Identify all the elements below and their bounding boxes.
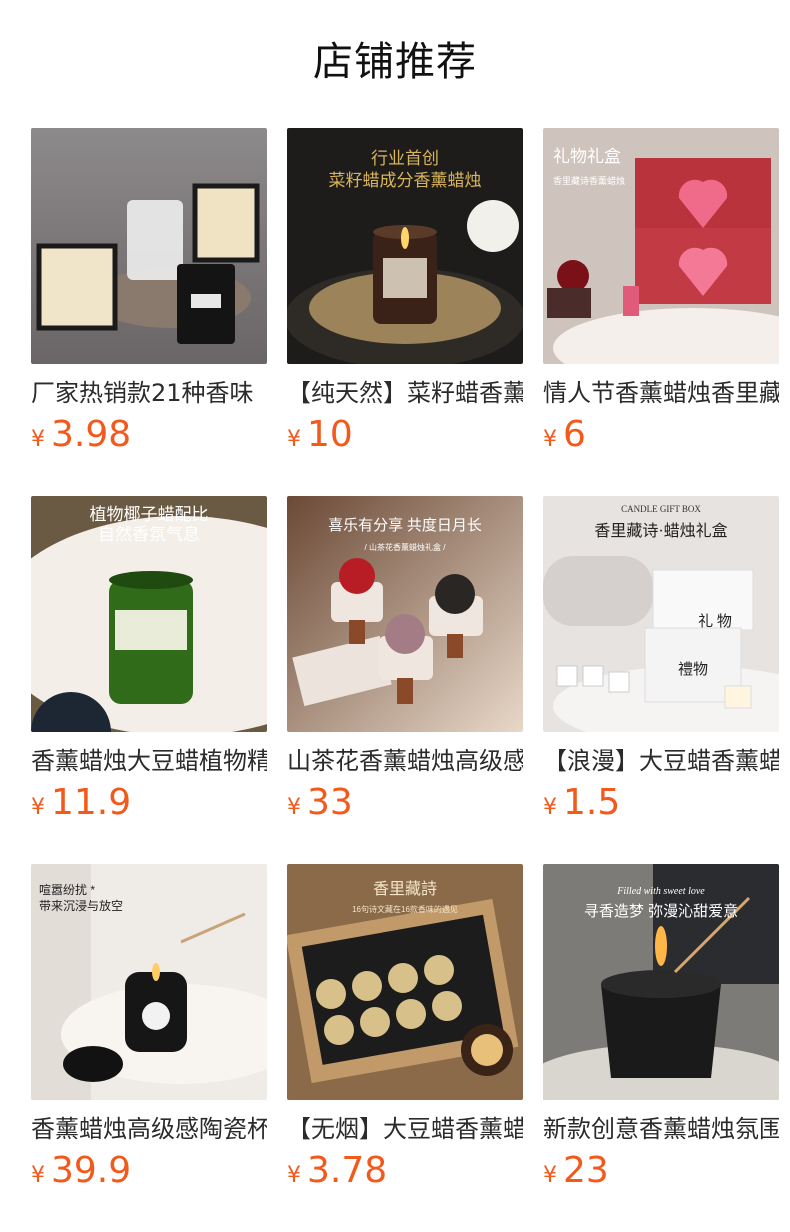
product-card[interactable]: 礼物礼盒 香里藏诗香薰蜡烛 情人节香薰蜡烛香里藏 ¥6	[543, 128, 779, 455]
product-image[interactable]: 礼物礼盒 香里藏诗香薰蜡烛	[543, 128, 779, 364]
image-text: 菜籽蜡成分香薰蜡烛	[329, 171, 482, 190]
image-text: 禮物	[678, 661, 708, 678]
image-text: 植物椰子蜡配比	[90, 505, 209, 524]
currency-symbol: ¥	[287, 427, 301, 452]
product-image[interactable]: 喜乐有分享 共度日月长 / 山茶花香薰蜡烛礼盒 /	[287, 496, 523, 732]
product-price: ¥6	[543, 413, 586, 457]
price-value: 6	[563, 414, 586, 455]
price-value: 3.78	[307, 1150, 388, 1191]
price-value: 33	[307, 782, 353, 823]
currency-symbol: ¥	[287, 795, 301, 820]
section-title: 店铺推荐	[313, 39, 477, 85]
product-card[interactable]: 厂家热销款21种香味 ¥3.98	[31, 128, 267, 455]
product-name[interactable]: 新款创意香薰蜡烛氛围	[543, 1112, 779, 1146]
currency-symbol: ¥	[31, 795, 45, 820]
image-text: / 山茶花香薰蜡烛礼盒 /	[365, 542, 447, 552]
image-text: 喧嚣纷扰 *	[39, 882, 95, 897]
currency-symbol: ¥	[31, 1163, 45, 1188]
image-text: 香里藏诗·蜡烛礼盒	[594, 522, 727, 540]
product-price: ¥23	[543, 1149, 609, 1193]
product-card[interactable]: 行业首创 菜籽蜡成分香薰蜡烛 【纯天然】菜籽蜡香薰 ¥10	[287, 128, 523, 455]
image-text: 自然香氛气息	[98, 525, 200, 544]
image-text: 带来沉浸与放空	[39, 898, 123, 913]
currency-symbol: ¥	[31, 427, 45, 452]
image-text: 行业首创	[371, 149, 439, 168]
image-text: 礼物礼盒	[553, 147, 621, 166]
product-price: ¥11.9	[31, 781, 131, 825]
product-image[interactable]: Filled with sweet love 寻香造梦 弥漫沁甜爱意	[543, 864, 779, 1100]
image-text: 寻香造梦 弥漫沁甜爱意	[584, 902, 738, 920]
image-text: Filled with sweet love	[616, 886, 705, 897]
price-value: 23	[563, 1150, 609, 1191]
product-price: ¥3.78	[287, 1149, 387, 1193]
product-price: ¥33	[287, 781, 353, 825]
image-text: 香里藏詩	[373, 880, 437, 898]
product-card[interactable]: 喜乐有分享 共度日月长 / 山茶花香薰蜡烛礼盒 / 山茶花香薰蜡烛高级感 ¥33	[287, 496, 523, 823]
product-name[interactable]: 厂家热销款21种香味	[31, 376, 267, 410]
product-card[interactable]: CANDLE GIFT BOX 香里藏诗·蜡烛礼盒 礼 物 禮物 【浪漫】大豆蜡…	[543, 496, 779, 823]
currency-symbol: ¥	[543, 1163, 557, 1188]
image-text: CANDLE GIFT BOX	[621, 504, 701, 514]
product-name[interactable]: 【无烟】大豆蜡香薰蜡	[287, 1112, 523, 1146]
currency-symbol: ¥	[543, 795, 557, 820]
product-image[interactable]: 植物椰子蜡配比 自然香氛气息	[31, 496, 267, 732]
price-value: 3.98	[51, 414, 132, 455]
price-value: 11.9	[51, 782, 132, 823]
product-name[interactable]: 香薰蜡烛高级感陶瓷杯	[31, 1112, 267, 1146]
product-image[interactable]: 香里藏詩 16句诗文藏在16款香味的遇见	[287, 864, 523, 1100]
product-card[interactable]: 喧嚣纷扰 * 带来沉浸与放空 香薰蜡烛高级感陶瓷杯 ¥39.9	[31, 864, 267, 1191]
product-image[interactable]: CANDLE GIFT BOX 香里藏诗·蜡烛礼盒 礼 物 禮物	[543, 496, 779, 732]
image-text: 16句诗文藏在16款香味的遇见	[352, 904, 458, 914]
image-text: 礼 物	[698, 613, 732, 630]
price-value: 10	[307, 414, 353, 455]
product-image[interactable]	[31, 128, 267, 364]
product-card[interactable]: Filled with sweet love 寻香造梦 弥漫沁甜爱意 新款创意香…	[543, 864, 779, 1191]
product-price: ¥3.98	[31, 413, 131, 457]
product-card[interactable]: 香里藏詩 16句诗文藏在16款香味的遇见 【无烟】大豆蜡香薰蜡 ¥3.78	[287, 864, 523, 1191]
product-name[interactable]: 香薰蜡烛大豆蜡植物精	[31, 744, 267, 778]
image-text: 喜乐有分享 共度日月长	[328, 517, 482, 534]
currency-symbol: ¥	[543, 427, 557, 452]
price-value: 39.9	[51, 1150, 132, 1191]
product-name[interactable]: 山茶花香薰蜡烛高级感	[287, 744, 523, 778]
product-price: ¥10	[287, 413, 353, 457]
product-name[interactable]: 【纯天然】菜籽蜡香薰	[287, 376, 523, 410]
image-text: 香里藏诗香薰蜡烛	[553, 175, 625, 186]
product-image[interactable]: 喧嚣纷扰 * 带来沉浸与放空	[31, 864, 267, 1100]
product-image[interactable]: 行业首创 菜籽蜡成分香薰蜡烛	[287, 128, 523, 364]
product-price: ¥1.5	[543, 781, 620, 825]
price-value: 1.5	[563, 782, 621, 823]
currency-symbol: ¥	[287, 1163, 301, 1188]
product-price: ¥39.9	[31, 1149, 131, 1193]
product-card[interactable]: 植物椰子蜡配比 自然香氛气息 香薰蜡烛大豆蜡植物精 ¥11.9	[31, 496, 267, 823]
product-name[interactable]: 情人节香薰蜡烛香里藏	[543, 376, 779, 410]
product-name[interactable]: 【浪漫】大豆蜡香薰蜡	[543, 744, 779, 778]
